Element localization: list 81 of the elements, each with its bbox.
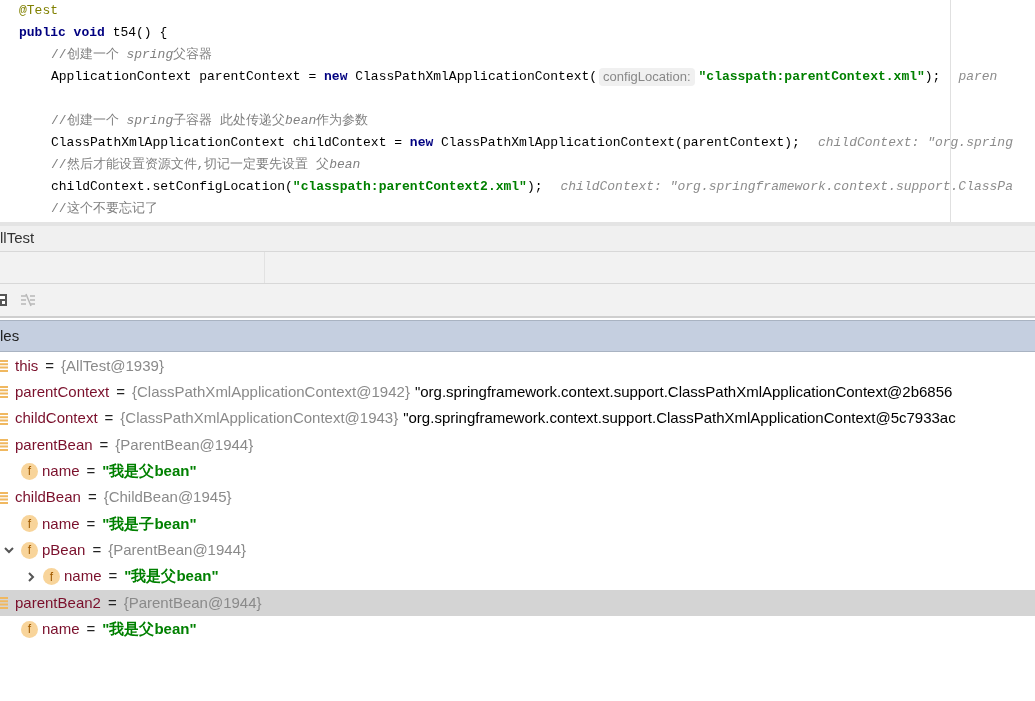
chevron-down-icon[interactable] <box>4 545 14 556</box>
code-text: ClassPathXmlApplicationContext( <box>354 68 598 87</box>
code-comment: //这个不要忘记了 <box>51 200 158 219</box>
code-text: ClassPathXmlApplicationContext(parentContext); <box>440 134 800 153</box>
inline-value-hint: paren <box>958 68 998 87</box>
code-text: childContext.setConfigLocation( <box>51 178 293 197</box>
string-literal: "classpath:parentContext2.xml" <box>292 178 527 197</box>
panel-header: les <box>0 325 20 346</box>
variable-icon <box>0 490 9 505</box>
object-description: "org.springframework.context.support.ClassPathXmlApplicationContext@2b6856 <box>414 382 953 403</box>
inline-value-hint: childContext: "org.springframework.context.support.ClassPa <box>560 178 1013 197</box>
code-comment: 父容器 <box>173 46 213 65</box>
variable-value: "我是父bean" <box>124 566 219 587</box>
variable-value: "我是父bean" <box>102 618 197 639</box>
keyword: new <box>409 134 434 153</box>
code-text: ClassPathXmlApplicationContext childContext = <box>51 134 404 153</box>
object-description: "org.springframework.context.support.ClassPathXmlApplicationContext@5c7933ac <box>403 408 956 429</box>
variable-name: parentContext <box>15 382 110 403</box>
variable-icon <box>0 385 9 400</box>
code-comment: //创建一个 <box>51 112 120 131</box>
field-icon: f <box>21 515 38 533</box>
annotation: @Test <box>19 2 58 21</box>
code-text: ApplicationContext parentContext = <box>51 68 318 87</box>
variable-icon <box>0 595 9 610</box>
code-comment: 作为参数 <box>316 112 369 131</box>
object-reference: {ParentBean@1944} <box>123 592 262 613</box>
variable-icon <box>0 411 9 426</box>
equals-sign: = <box>86 461 96 482</box>
field-icon: f <box>21 462 38 480</box>
code-comment: 子容器 此处传递父 <box>173 112 286 131</box>
equals-sign: = <box>86 513 96 534</box>
keyword: public void <box>19 24 105 43</box>
variable-name: this <box>15 355 39 376</box>
object-reference: {ParentBean@1944} <box>108 539 246 560</box>
code-comment: //创建一个 <box>51 46 120 65</box>
variable-name: name <box>64 566 102 587</box>
code-comment: bean <box>285 112 317 131</box>
variable-name: parentBean2 <box>15 592 101 613</box>
equals-sign: = <box>86 618 96 639</box>
equals-sign: = <box>104 408 114 429</box>
variable-name: name <box>42 513 80 534</box>
code-comment: spring <box>126 112 174 131</box>
code-comment: //然后才能设置资源文件,切记一定要先设置 父 <box>51 156 330 175</box>
object-reference: {ParentBean@1944} <box>115 434 254 455</box>
parameter-hint: configLocation: <box>599 68 695 86</box>
panel-title: llTest <box>0 228 35 249</box>
variable-name: parentBean <box>15 434 93 455</box>
field-icon: f <box>21 541 38 559</box>
equals-sign: = <box>87 487 97 508</box>
calculator-icon[interactable] <box>0 293 8 307</box>
code-text: ); <box>526 178 543 197</box>
variable-value: "我是父bean" <box>102 461 197 482</box>
equals-sign: = <box>107 592 117 613</box>
equals-sign: = <box>116 382 125 403</box>
chevron-right-icon[interactable] <box>26 571 36 582</box>
object-reference: {AllTest@1939} <box>61 355 164 376</box>
code-text: t54() { <box>111 24 168 43</box>
field-icon: f <box>21 620 38 638</box>
variable-name: childContext <box>15 408 98 429</box>
object-reference: {ClassPathXmlApplicationContext@1943} <box>120 408 399 429</box>
equals-sign: = <box>99 434 109 455</box>
variable-icon <box>0 438 9 453</box>
variable-value: "我是子bean" <box>102 513 197 534</box>
variable-row[interactable]: parentBean2 = {ParentBean@1944} <box>0 589 1035 616</box>
object-reference: {ChildBean@1945} <box>103 487 232 508</box>
equals-sign: = <box>92 539 102 560</box>
code-comment: spring <box>126 46 174 65</box>
equals-sign: = <box>45 355 55 376</box>
variable-name: pBean <box>42 539 86 560</box>
equals-sign: = <box>108 566 118 587</box>
variable-name: name <box>42 618 80 639</box>
variable-name: name <box>42 461 80 482</box>
code-text: ); <box>924 68 941 87</box>
keyword: new <box>324 68 348 87</box>
variable-icon <box>0 359 9 374</box>
variable-name: childBean <box>15 487 81 508</box>
field-icon: f <box>43 568 60 585</box>
object-reference: {ClassPathXmlApplicationContext@1942} <box>132 382 410 403</box>
code-comment: bean <box>329 156 361 175</box>
string-literal: "classpath:parentContext.xml" <box>698 68 925 87</box>
inline-value-hint: childContext: "org.spring <box>817 134 1013 153</box>
